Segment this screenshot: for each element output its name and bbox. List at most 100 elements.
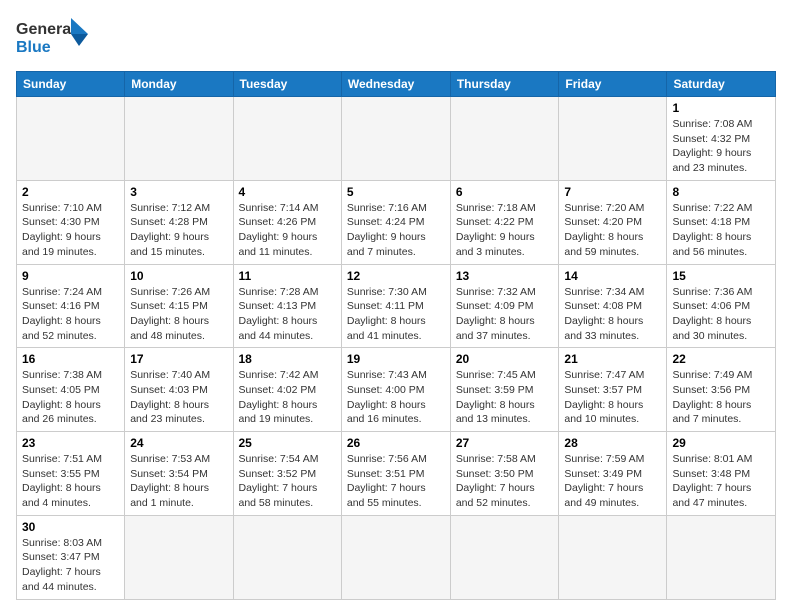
calendar-cell: 10Sunrise: 7:26 AM Sunset: 4:15 PM Dayli… (125, 264, 233, 348)
svg-text:Blue: Blue (16, 39, 51, 56)
calendar-cell: 22 Sunrise: 7:49 AM Sunset: 3:56 PM Dayli… (667, 348, 776, 432)
weekday-header-tuesday: Tuesday (233, 72, 341, 97)
calendar-cell: 17Sunrise: 7:40 AM Sunset: 4:03 PM Dayli… (125, 348, 233, 432)
day-number: 10 (130, 269, 227, 283)
calendar-cell: 7Sunrise: 7:20 AM Sunset: 4:20 PM Daylig… (559, 180, 667, 264)
day-info: Sunrise: 7:32 AM Sunset: 4:09 PM Dayligh… (456, 285, 554, 344)
day-info: Sunrise: 7:42 AM Sunset: 4:02 PM Dayligh… (239, 368, 336, 427)
day-number: 13 (456, 269, 554, 283)
day-number: 28 (564, 436, 661, 450)
day-number: 29 (672, 436, 770, 450)
day-info: Sunrise: 7:49 AM Sunset: 3:56 PM Dayligh… (672, 368, 770, 427)
calendar-cell (17, 97, 125, 181)
calendar-cell: 29 Sunrise: 8:01 AM Sunset: 3:48 PM Dayli… (667, 432, 776, 516)
day-number: 6 (456, 185, 554, 199)
calendar-cell (559, 515, 667, 599)
calendar-cell: 4 Sunrise: 7:14 AM Sunset: 4:26 PM Daylig… (233, 180, 341, 264)
calendar-cell (125, 97, 233, 181)
calendar-cell: 28 Sunrise: 7:59 AM Sunset: 3:49 PM Dayli… (559, 432, 667, 516)
calendar-week-row-2: 9Sunrise: 7:24 AM Sunset: 4:16 PM Daylig… (17, 264, 776, 348)
calendar-cell: 9Sunrise: 7:24 AM Sunset: 4:16 PM Daylig… (17, 264, 125, 348)
day-info: Sunrise: 7:51 AM Sunset: 3:55 PM Dayligh… (22, 452, 119, 511)
calendar: SundayMondayTuesdayWednesdayThursdayFrid… (16, 71, 776, 600)
day-number: 15 (672, 269, 770, 283)
calendar-week-row-4: 23 Sunrise: 7:51 AM Sunset: 3:55 PM Dayli… (17, 432, 776, 516)
calendar-cell: 15 Sunrise: 7:36 AM Sunset: 4:06 PM Dayli… (667, 264, 776, 348)
calendar-cell: 20 Sunrise: 7:45 AM Sunset: 3:59 PM Dayli… (450, 348, 559, 432)
calendar-cell (450, 97, 559, 181)
calendar-cell (125, 515, 233, 599)
day-info: Sunrise: 7:54 AM Sunset: 3:52 PM Dayligh… (239, 452, 336, 511)
calendar-cell: 16 Sunrise: 7:38 AM Sunset: 4:05 PM Dayli… (17, 348, 125, 432)
day-info: Sunrise: 7:38 AM Sunset: 4:05 PM Dayligh… (22, 368, 119, 427)
weekday-header-saturday: Saturday (667, 72, 776, 97)
calendar-cell: 23 Sunrise: 7:51 AM Sunset: 3:55 PM Dayli… (17, 432, 125, 516)
calendar-cell (233, 97, 341, 181)
day-info: Sunrise: 7:56 AM Sunset: 3:51 PM Dayligh… (347, 452, 445, 511)
calendar-cell: 21 Sunrise: 7:47 AM Sunset: 3:57 PM Dayli… (559, 348, 667, 432)
calendar-cell: 5Sunrise: 7:16 AM Sunset: 4:24 PM Daylig… (341, 180, 450, 264)
day-info: Sunrise: 8:01 AM Sunset: 3:48 PM Dayligh… (672, 452, 770, 511)
calendar-cell (341, 97, 450, 181)
day-info: Sunrise: 7:18 AM Sunset: 4:22 PM Dayligh… (456, 201, 554, 260)
weekday-header-monday: Monday (125, 72, 233, 97)
svg-text:General: General (16, 21, 76, 38)
day-number: 20 (456, 352, 554, 366)
calendar-cell: 13 Sunrise: 7:32 AM Sunset: 4:09 PM Dayli… (450, 264, 559, 348)
day-number: 2 (22, 185, 119, 199)
calendar-cell: 25 Sunrise: 7:54 AM Sunset: 3:52 PM Dayli… (233, 432, 341, 516)
day-number: 18 (239, 352, 336, 366)
day-number: 3 (130, 185, 227, 199)
day-number: 21 (564, 352, 661, 366)
calendar-cell: 11 Sunrise: 7:28 AM Sunset: 4:13 PM Dayli… (233, 264, 341, 348)
calendar-cell (341, 515, 450, 599)
day-info: Sunrise: 8:03 AM Sunset: 3:47 PM Dayligh… (22, 536, 119, 595)
day-number: 4 (239, 185, 336, 199)
day-number: 14 (564, 269, 661, 283)
calendar-cell (667, 515, 776, 599)
day-info: Sunrise: 7:53 AM Sunset: 3:54 PM Dayligh… (130, 452, 227, 511)
day-number: 12 (347, 269, 445, 283)
day-number: 23 (22, 436, 119, 450)
calendar-cell: 8Sunrise: 7:22 AM Sunset: 4:18 PM Daylig… (667, 180, 776, 264)
day-info: Sunrise: 7:36 AM Sunset: 4:06 PM Dayligh… (672, 285, 770, 344)
day-info: Sunrise: 7:14 AM Sunset: 4:26 PM Dayligh… (239, 201, 336, 260)
day-info: Sunrise: 7:12 AM Sunset: 4:28 PM Dayligh… (130, 201, 227, 260)
day-info: Sunrise: 7:28 AM Sunset: 4:13 PM Dayligh… (239, 285, 336, 344)
day-number: 17 (130, 352, 227, 366)
day-info: Sunrise: 7:30 AM Sunset: 4:11 PM Dayligh… (347, 285, 445, 344)
calendar-cell: 14 Sunrise: 7:34 AM Sunset: 4:08 PM Dayli… (559, 264, 667, 348)
calendar-cell (450, 515, 559, 599)
day-info: Sunrise: 7:34 AM Sunset: 4:08 PM Dayligh… (564, 285, 661, 344)
day-info: Sunrise: 7:47 AM Sunset: 3:57 PM Dayligh… (564, 368, 661, 427)
day-number: 9 (22, 269, 119, 283)
weekday-header-friday: Friday (559, 72, 667, 97)
calendar-cell: 18 Sunrise: 7:42 AM Sunset: 4:02 PM Dayli… (233, 348, 341, 432)
day-info: Sunrise: 7:45 AM Sunset: 3:59 PM Dayligh… (456, 368, 554, 427)
weekday-header-wednesday: Wednesday (341, 72, 450, 97)
calendar-cell: 30 Sunrise: 8:03 AM Sunset: 3:47 PM Dayli… (17, 515, 125, 599)
day-info: Sunrise: 7:10 AM Sunset: 4:30 PM Dayligh… (22, 201, 119, 260)
day-number: 8 (672, 185, 770, 199)
day-number: 11 (239, 269, 336, 283)
day-number: 30 (22, 520, 119, 534)
logo: GeneralBlue (16, 16, 96, 61)
calendar-week-row-5: 30 Sunrise: 8:03 AM Sunset: 3:47 PM Dayli… (17, 515, 776, 599)
day-number: 1 (672, 101, 770, 115)
day-number: 26 (347, 436, 445, 450)
calendar-cell: 2 Sunrise: 7:10 AM Sunset: 4:30 PM Daylig… (17, 180, 125, 264)
calendar-cell: 1Sunrise: 7:08 AM Sunset: 4:32 PM Daylig… (667, 97, 776, 181)
day-info: Sunrise: 7:43 AM Sunset: 4:00 PM Dayligh… (347, 368, 445, 427)
calendar-week-row-3: 16 Sunrise: 7:38 AM Sunset: 4:05 PM Dayli… (17, 348, 776, 432)
calendar-cell: 27Sunrise: 7:58 AM Sunset: 3:50 PM Dayli… (450, 432, 559, 516)
day-number: 7 (564, 185, 661, 199)
day-number: 25 (239, 436, 336, 450)
calendar-cell: 3 Sunrise: 7:12 AM Sunset: 4:28 PM Daylig… (125, 180, 233, 264)
day-info: Sunrise: 7:58 AM Sunset: 3:50 PM Dayligh… (456, 452, 554, 511)
day-number: 16 (22, 352, 119, 366)
weekday-header-thursday: Thursday (450, 72, 559, 97)
day-number: 22 (672, 352, 770, 366)
calendar-cell: 19Sunrise: 7:43 AM Sunset: 4:00 PM Dayli… (341, 348, 450, 432)
calendar-cell (233, 515, 341, 599)
day-info: Sunrise: 7:59 AM Sunset: 3:49 PM Dayligh… (564, 452, 661, 511)
